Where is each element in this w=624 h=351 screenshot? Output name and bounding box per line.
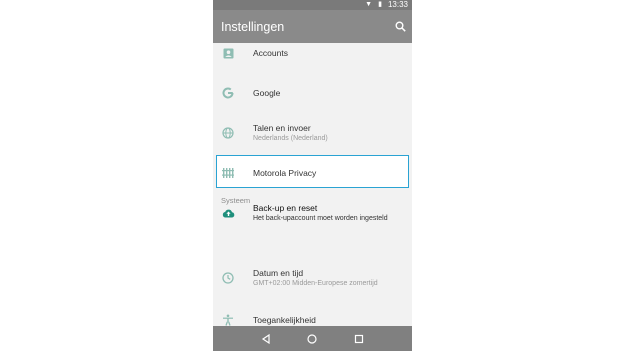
page-title: Instellingen [221,19,285,34]
globe-icon [221,126,235,140]
account-icon [221,46,235,60]
wifi-icon: ▼ [365,1,373,8]
item-subtitle: GMT+02:00 Midden-Europese zomertijd [253,279,378,287]
home-icon[interactable] [307,333,318,344]
item-title: Talen en invoer [253,122,311,133]
clock-icon [221,271,235,285]
back-icon[interactable] [261,333,271,344]
settings-screen: ▼ ▮ 13:33 Instellingen Accounts Google T… [213,0,412,351]
item-title: Motorola Privacy [253,167,317,178]
settings-item-accounts[interactable]: Accounts [213,33,412,73]
settings-item-privacy[interactable]: Motorola Privacy [213,153,412,193]
item-title: Accounts [253,47,288,58]
battery-icon: ▮ [378,1,382,8]
recents-icon[interactable] [354,334,364,344]
settings-item-google[interactable]: Google [213,73,412,113]
accessibility-icon [221,313,235,327]
item-title: Toegankelijkheid [253,314,316,325]
status-bar: ▼ ▮ 13:33 [213,0,412,10]
section-header-system: Systeem [221,196,251,205]
search-icon[interactable] [395,21,406,32]
status-time: 13:33 [387,0,408,9]
google-icon [221,86,235,100]
settings-item-datetime[interactable]: Datum en tijd GMT+02:00 Midden-Europese … [213,258,412,298]
item-title: Google [253,87,281,98]
item-subtitle: Nederlands (Nederland) [253,134,328,142]
privacy-icon [221,166,235,180]
item-subtitle: Het back-upaccount moet worden ingesteld [253,214,388,222]
item-title: Back-up en reset [253,202,318,213]
item-title: Datum en tijd [253,267,304,278]
nav-bar [213,326,412,351]
cloud-upload-icon [221,206,235,220]
settings-item-language[interactable]: Talen en invoer Nederlands (Nederland) [213,113,412,153]
